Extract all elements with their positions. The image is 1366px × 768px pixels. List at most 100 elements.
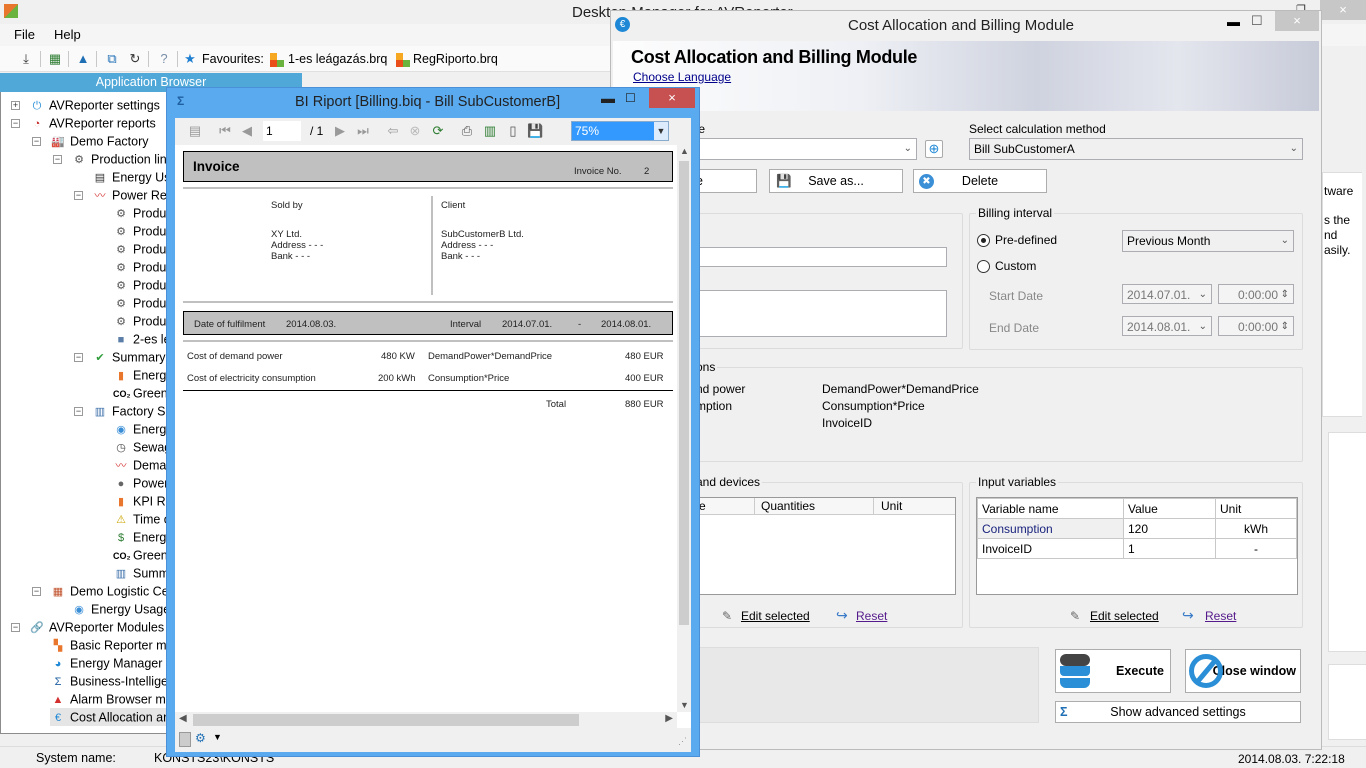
main-close-button[interactable]: × <box>1320 0 1366 20</box>
name-input[interactable] <box>695 247 947 267</box>
settings-gear-icon[interactable]: ⚙ <box>195 731 206 745</box>
tree-item[interactable]: ⚠ Time o <box>113 510 171 528</box>
tree-item[interactable]: ▲ Alarm Browser m <box>50 690 166 708</box>
save-as-button[interactable]: 💾 Save as... <box>769 169 903 193</box>
tree-item[interactable]: ■ 2-es le <box>113 330 171 348</box>
page-setup-icon[interactable]: ▯ <box>505 123 521 139</box>
tree-item[interactable]: ⚙ Produ <box>113 240 166 258</box>
save-button[interactable]: e <box>695 169 757 193</box>
favourite-item[interactable]: RegRiporto.brq <box>413 52 498 66</box>
end-date-picker[interactable]: 2014.08.01. ⌄ <box>1122 316 1212 336</box>
predefined-radio[interactable] <box>977 234 990 247</box>
tree-expander[interactable]: − <box>74 353 83 362</box>
stop-icon[interactable]: ⊗ <box>407 123 423 139</box>
tree-expander[interactable]: − <box>74 407 83 416</box>
refresh-icon[interactable]: ↻ <box>127 51 143 67</box>
grid-icon[interactable]: ▦ <box>47 51 63 67</box>
horizontal-scrollbar[interactable]: ◀ ▶ <box>175 712 677 728</box>
predefined-select[interactable]: Previous Month ⌄ <box>1122 230 1294 252</box>
tree-item[interactable]: 🏭 Demo Factory <box>50 132 148 150</box>
bi-close-button[interactable]: × <box>649 88 695 108</box>
tree-expander[interactable]: − <box>32 137 41 146</box>
tree-expander[interactable]: − <box>11 623 20 632</box>
zoom-select[interactable]: 75% ▼ <box>571 121 669 141</box>
tree-item[interactable]: 〰 Power Re <box>92 186 167 204</box>
end-time-spinner[interactable]: 0:00:00 ⇕ <box>1218 316 1294 336</box>
tree-item[interactable]: ● Power <box>113 474 169 492</box>
tree-item[interactable]: ◷ Sewag <box>113 438 171 456</box>
menu-help[interactable]: Help <box>54 27 81 42</box>
tree-item[interactable]: ◕ Energy Manager S <box>50 654 175 672</box>
tree-item[interactable]: ◉ Energ <box>113 420 166 438</box>
network-icon[interactable]: ⧉ <box>104 51 120 67</box>
tree-expander[interactable]: − <box>32 587 41 596</box>
advanced-settings-button[interactable]: Σ Show advanced settings <box>1055 701 1301 723</box>
start-date-picker[interactable]: 2014.07.01. ⌄ <box>1122 284 1212 304</box>
execute-button[interactable]: Execute <box>1055 649 1171 693</box>
tree-expander[interactable]: + <box>11 101 20 110</box>
tree-item[interactable]: ▦ Demo Logistic Ce <box>50 582 169 600</box>
page-number-input[interactable]: 1 <box>263 121 301 141</box>
start-time-spinner[interactable]: 0:00:00 ⇕ <box>1218 284 1294 304</box>
tree-item[interactable]: ⚙ Produ <box>113 222 166 240</box>
print-icon[interactable]: ⎙ <box>459 123 475 139</box>
chevron-down-icon[interactable]: ▼ <box>213 732 222 742</box>
table-row[interactable]: InvoiceID 1 - <box>977 538 1297 559</box>
page-icon[interactable] <box>179 732 191 747</box>
help-icon[interactable]: ? <box>156 51 172 67</box>
menu-file[interactable]: File <box>14 27 35 42</box>
tree-item[interactable]: ⚙ Produ <box>113 276 166 294</box>
export-icon[interactable]: 💾 <box>527 123 543 139</box>
maximize-button[interactable]: ☐ <box>1251 13 1263 29</box>
input-variables-table[interactable]: Variable name Value Unit Consumption 120… <box>976 497 1298 595</box>
tree-expander[interactable]: − <box>11 119 20 128</box>
warning-icon[interactable]: ▲ <box>75 51 91 67</box>
description-input[interactable] <box>695 290 947 337</box>
tree-item[interactable]: ▤ Energy Us <box>92 168 171 186</box>
next-page-icon[interactable]: ▶ <box>332 123 348 139</box>
download-icon[interactable]: ⤓ <box>18 51 34 67</box>
tree-item[interactable]: 〰 Dema <box>113 456 167 474</box>
tree-item[interactable]: ▮ KPI Re <box>113 492 173 510</box>
tree-item[interactable]: ▥ Summ <box>113 564 169 582</box>
devices-reset[interactable]: Reset <box>856 609 887 623</box>
refresh-icon[interactable]: ⟳ <box>430 123 446 139</box>
tree-item[interactable]: ▚ Basic Reporter m <box>50 636 167 654</box>
tree-item[interactable]: Σ Business-Intellige <box>50 672 168 690</box>
back-icon[interactable]: ⇦ <box>385 123 401 139</box>
maximize-button[interactable]: ☐ <box>625 91 636 105</box>
calc-method-select[interactable]: Bill SubCustomerA ⌄ <box>969 138 1303 160</box>
tree-expander[interactable]: − <box>74 191 83 200</box>
tree-item[interactable]: € Cost Allocation ar <box>50 708 168 726</box>
template-select[interactable]: ⌄ <box>695 138 917 160</box>
variables-reset[interactable]: Reset <box>1205 609 1236 623</box>
tree-item[interactable]: ⚙ Production lin <box>71 150 167 168</box>
tree-item[interactable]: ⚙ Produ <box>113 294 166 312</box>
tree-item[interactable]: 🔗 AVReporter Modules <box>29 618 164 636</box>
tree-item[interactable]: ◉ Energy Usage <box>71 600 170 618</box>
delete-button[interactable]: ✖ Delete <box>913 169 1047 193</box>
devices-edit-selected[interactable]: Edit selected <box>741 609 810 623</box>
tree-item[interactable]: ✔ Summary <box>92 348 165 366</box>
close-window-button[interactable]: Close window <box>1185 649 1301 693</box>
table-row[interactable]: Consumption 120 kWh <box>977 518 1297 539</box>
devices-table[interactable]: e Quantities Unit <box>696 497 956 595</box>
tree-item[interactable]: ◔ AVReporter reports <box>29 114 156 132</box>
resize-grip-icon[interactable]: ⋰ <box>678 736 687 747</box>
tree-item[interactable]: $ Energ <box>113 528 166 546</box>
prev-page-icon[interactable]: ◀ <box>239 123 255 139</box>
tree-item[interactable]: CO₂ Green <box>113 384 168 402</box>
tree-item[interactable]: ⚙ Produ <box>113 258 166 276</box>
minimize-button[interactable]: ▬ <box>1227 14 1240 29</box>
tree-expander[interactable]: − <box>53 155 62 164</box>
tree-item[interactable]: ▮ Energ <box>113 366 166 384</box>
tree-item[interactable]: ⚙ Produ <box>113 312 166 330</box>
tree-item[interactable]: ▥ Factory Su <box>92 402 173 420</box>
variable-value[interactable]: 120 <box>1123 518 1216 539</box>
vertical-scrollbar[interactable]: ▲ ▼ <box>677 145 691 712</box>
last-page-icon[interactable]: ⏭ <box>355 123 371 139</box>
tree-item[interactable]: ⚙ Produ <box>113 204 166 222</box>
first-page-icon[interactable]: ⏮ <box>217 123 233 139</box>
cost-close-button[interactable]: × <box>1275 11 1319 31</box>
variables-edit-selected[interactable]: Edit selected <box>1090 609 1159 623</box>
